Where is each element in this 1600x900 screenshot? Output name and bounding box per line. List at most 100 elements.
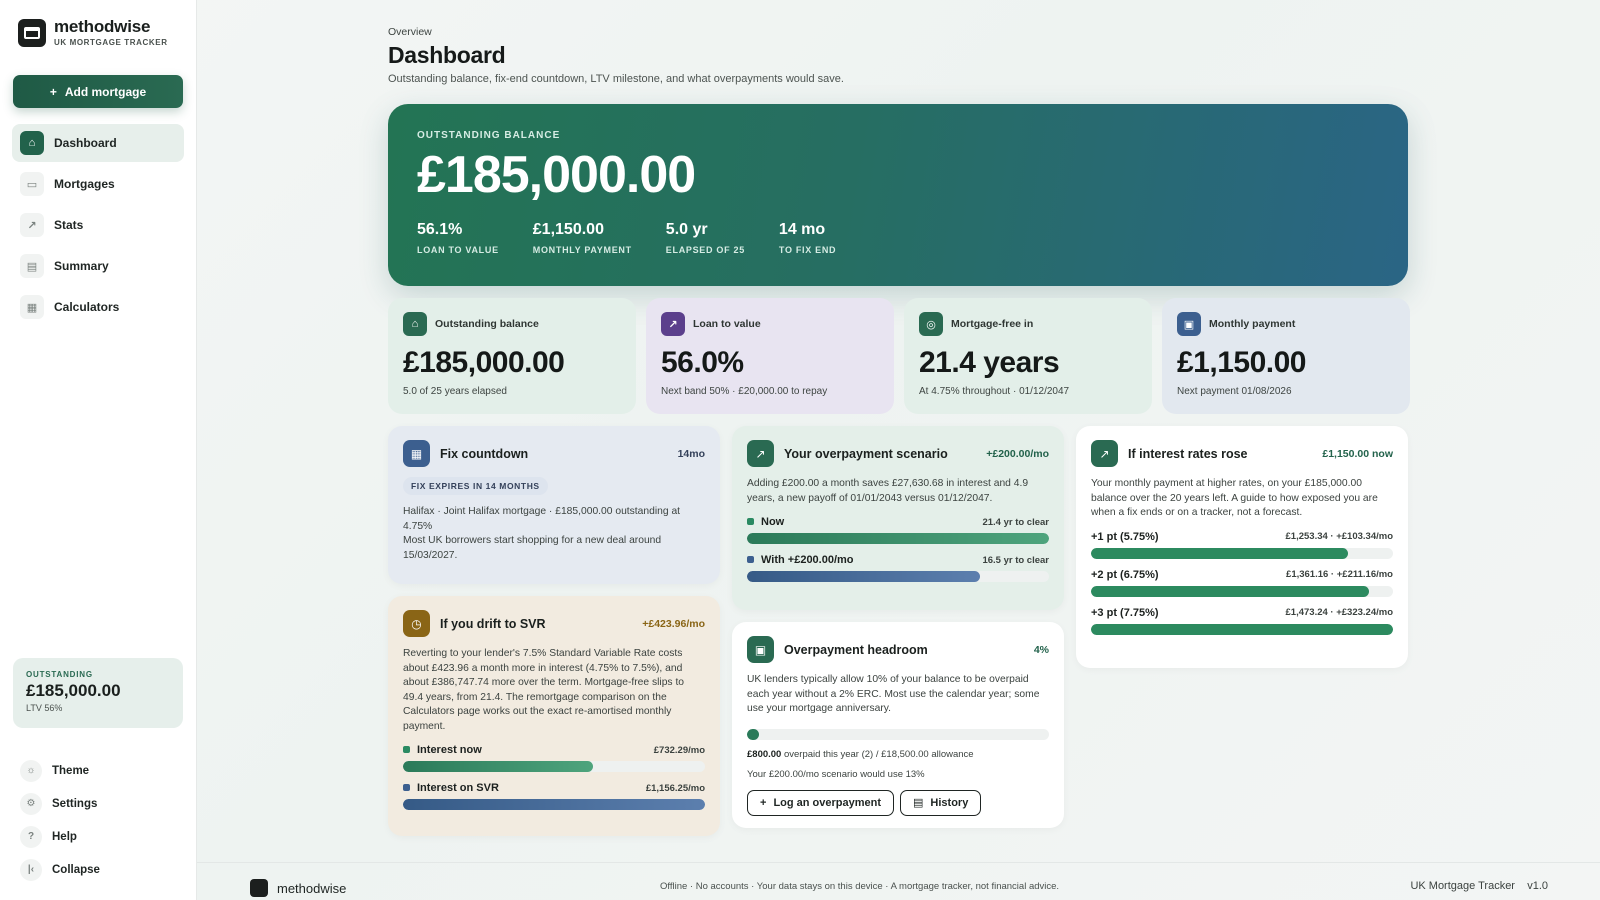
headroom-actions: + Log an overpayment ▤ History [747,789,1049,816]
bar-track [747,533,1049,544]
nav-item-stats[interactable]: ↗ Stats [12,206,184,244]
history-button[interactable]: ▤ History [900,789,982,816]
nav-item-calculators[interactable]: ▦ Calculators [12,288,184,326]
card-text: Halifax · Joint Halifax mortgage · £185,… [403,506,681,561]
nav-item-label: Mortgages [54,177,115,191]
fix-countdown-card: ▦ Fix countdown 14mo FIX EXPIRES IN 14 M… [388,426,720,584]
hero-stat-value: 14 mo [778,221,826,238]
bar-fill [403,761,594,772]
card-title: Fix countdown [440,446,529,461]
collapse-label: Collapse [52,863,100,876]
document-icon: ▤ [913,797,924,809]
kpi-value: £1,150.00 [1177,346,1306,379]
bar-value: £1,361.16 · +£211.16/mo [1286,569,1393,580]
trend-icon: ↗ [1091,440,1118,467]
collapse-icon: |‹ [20,858,42,881]
bottom-nav: ☼ Theme ⚙ Settings ? Help |‹ Collapse [12,754,184,886]
bar-label: With +£200.00/mo [761,554,854,566]
theme-label: Theme [52,764,90,777]
hero-balance-card: OUTSTANDING BALANCE £185,000.00 56.1% LO… [388,104,1408,286]
svr-drift-card: ◷ If you drift to SVR +£423.96/mo Revert… [388,596,720,836]
fix-expiry-pill: FIX EXPIRES IN 14 MONTHS [403,477,548,495]
bar-row: Interest on SVR £1,156.25/mo [403,782,705,794]
sidebar: methodwise UK MORTGAGE TRACKER + Add mor… [0,0,197,900]
home-icon: ⌂ [20,131,44,155]
bar-label: Interest now [417,744,482,756]
brand-logo-icon [250,879,268,897]
card-badge: 4% [1033,643,1049,656]
footer-brand-name: methodwise [277,880,347,896]
bar-label: Now [761,516,785,528]
help-label: Help [52,830,77,843]
hero-stat-value: £1,150.00 [532,221,604,238]
bar-fill [403,799,705,810]
card-icon: ▭ [20,172,44,196]
log-overpayment-button[interactable]: + Log an overpayment [747,789,895,816]
headroom-amount-line: £800.00 overpaid this year (2) / £18,500… [747,749,1049,760]
bar-track [1091,623,1393,635]
nav-item-label: Summary [54,259,109,273]
bar-value: 16.5 yr to clear [982,554,1049,566]
kpi-title: Loan to value [693,318,761,330]
card-badge: +£200.00/mo [986,447,1049,460]
hero-value: £185,000.00 [417,146,696,204]
card-text: UK lenders typically allow 10% of your b… [747,674,1040,714]
nav-item-summary[interactable]: ▤ Summary [12,247,184,285]
nav-item-label: Calculators [54,300,120,314]
bar-value: £1,253.34 · +£103.34/mo [1285,531,1393,542]
bar-row: With +£200.00/mo 16.5 yr to clear [747,554,1049,566]
bar-label: +2 pt (6.75%) [1091,568,1159,581]
kpi-monthly-payment: ▣ Monthly payment £1,150.00 Next payment … [1162,298,1410,414]
nav-item-dashboard[interactable]: ⌂ Dashboard [12,124,184,162]
footer-version: UK Mortgage Tracker v1.0 [1410,880,1548,892]
outstanding-summary-card: OUTSTANDING £185,000.00 LTV 56% [13,658,183,728]
bar-track [403,761,705,772]
plus-icon: + [760,796,767,809]
bar-value: £1,156.25/mo [645,782,705,794]
hero-stat-value: 56.1% [417,221,463,238]
kpi-note: At 4.75% throughout · 01/12/2047 [919,386,1070,397]
interest-rates-card: ↗ If interest rates rose £1,150.00 now Y… [1076,426,1408,668]
kpi-title: Outstanding balance [435,318,539,330]
hero-stat-label: MONTHLY PAYMENT [532,245,632,255]
kpi-value: 21.4 years [919,346,1060,379]
overpayment-headroom-card: ▣ Overpayment headroom 4% UK lenders typ… [732,622,1064,828]
brand-name: methodwise [54,17,151,36]
bar-value: 21.4 yr to clear [982,516,1049,528]
legend-dot [403,746,410,753]
hero-stat-label: TO FIX END [778,245,837,255]
hero-stat: 14 mo TO FIX END [779,221,836,255]
card-title: If you drift to SVR [440,616,546,631]
bar-track [747,571,1049,582]
log-overpayment-label: Log an overpayment [773,796,882,809]
brand[interactable]: methodwise UK MORTGAGE TRACKER [18,18,168,47]
kpi-note: Next payment 01/08/2026 [1177,386,1292,397]
theme-button[interactable]: ☼ Theme [12,754,184,787]
help-button[interactable]: ? Help [12,820,184,853]
settings-button[interactable]: ⚙ Settings [12,787,184,820]
kpi-title: Monthly payment [1209,318,1296,330]
nav-item-mortgages[interactable]: ▭ Mortgages [12,165,184,203]
hero-stat-value: 5.0 yr [665,221,708,238]
headroom-track [747,728,1049,740]
bar-fill [747,533,1049,544]
bar-row: Interest now £732.29/mo [403,744,705,756]
bar-label: Interest on SVR [417,782,499,794]
bar-row: +1 pt (5.75%) £1,253.34 · +£103.34/mo [1091,531,1393,543]
footer-brand[interactable]: methodwise [250,879,346,897]
nav-item-label: Stats [54,218,84,232]
brand-logo-icon [18,18,46,47]
headroom-amount-rest: overpaid this year (2) / £18,500.00 allo… [783,748,974,760]
legend-dot [747,518,754,525]
kpi-title: Mortgage-free in [951,318,1034,330]
calculator-icon: ▦ [20,295,44,319]
add-mortgage-button[interactable]: + Add mortgage [13,75,183,108]
bar-row: +2 pt (6.75%) £1,361.16 · +£211.16/mo [1091,569,1393,581]
document-icon: ▤ [20,254,44,278]
calendar-icon: ▦ [403,440,430,467]
hero-stat: £1,150.00 MONTHLY PAYMENT [533,221,632,255]
page-title: Dashboard [388,42,506,68]
headroom-scenario: Your £200.00/mo scenario would use 13% [747,768,925,780]
trend-icon: ↗ [747,440,774,467]
collapse-button[interactable]: |‹ Collapse [12,853,184,886]
